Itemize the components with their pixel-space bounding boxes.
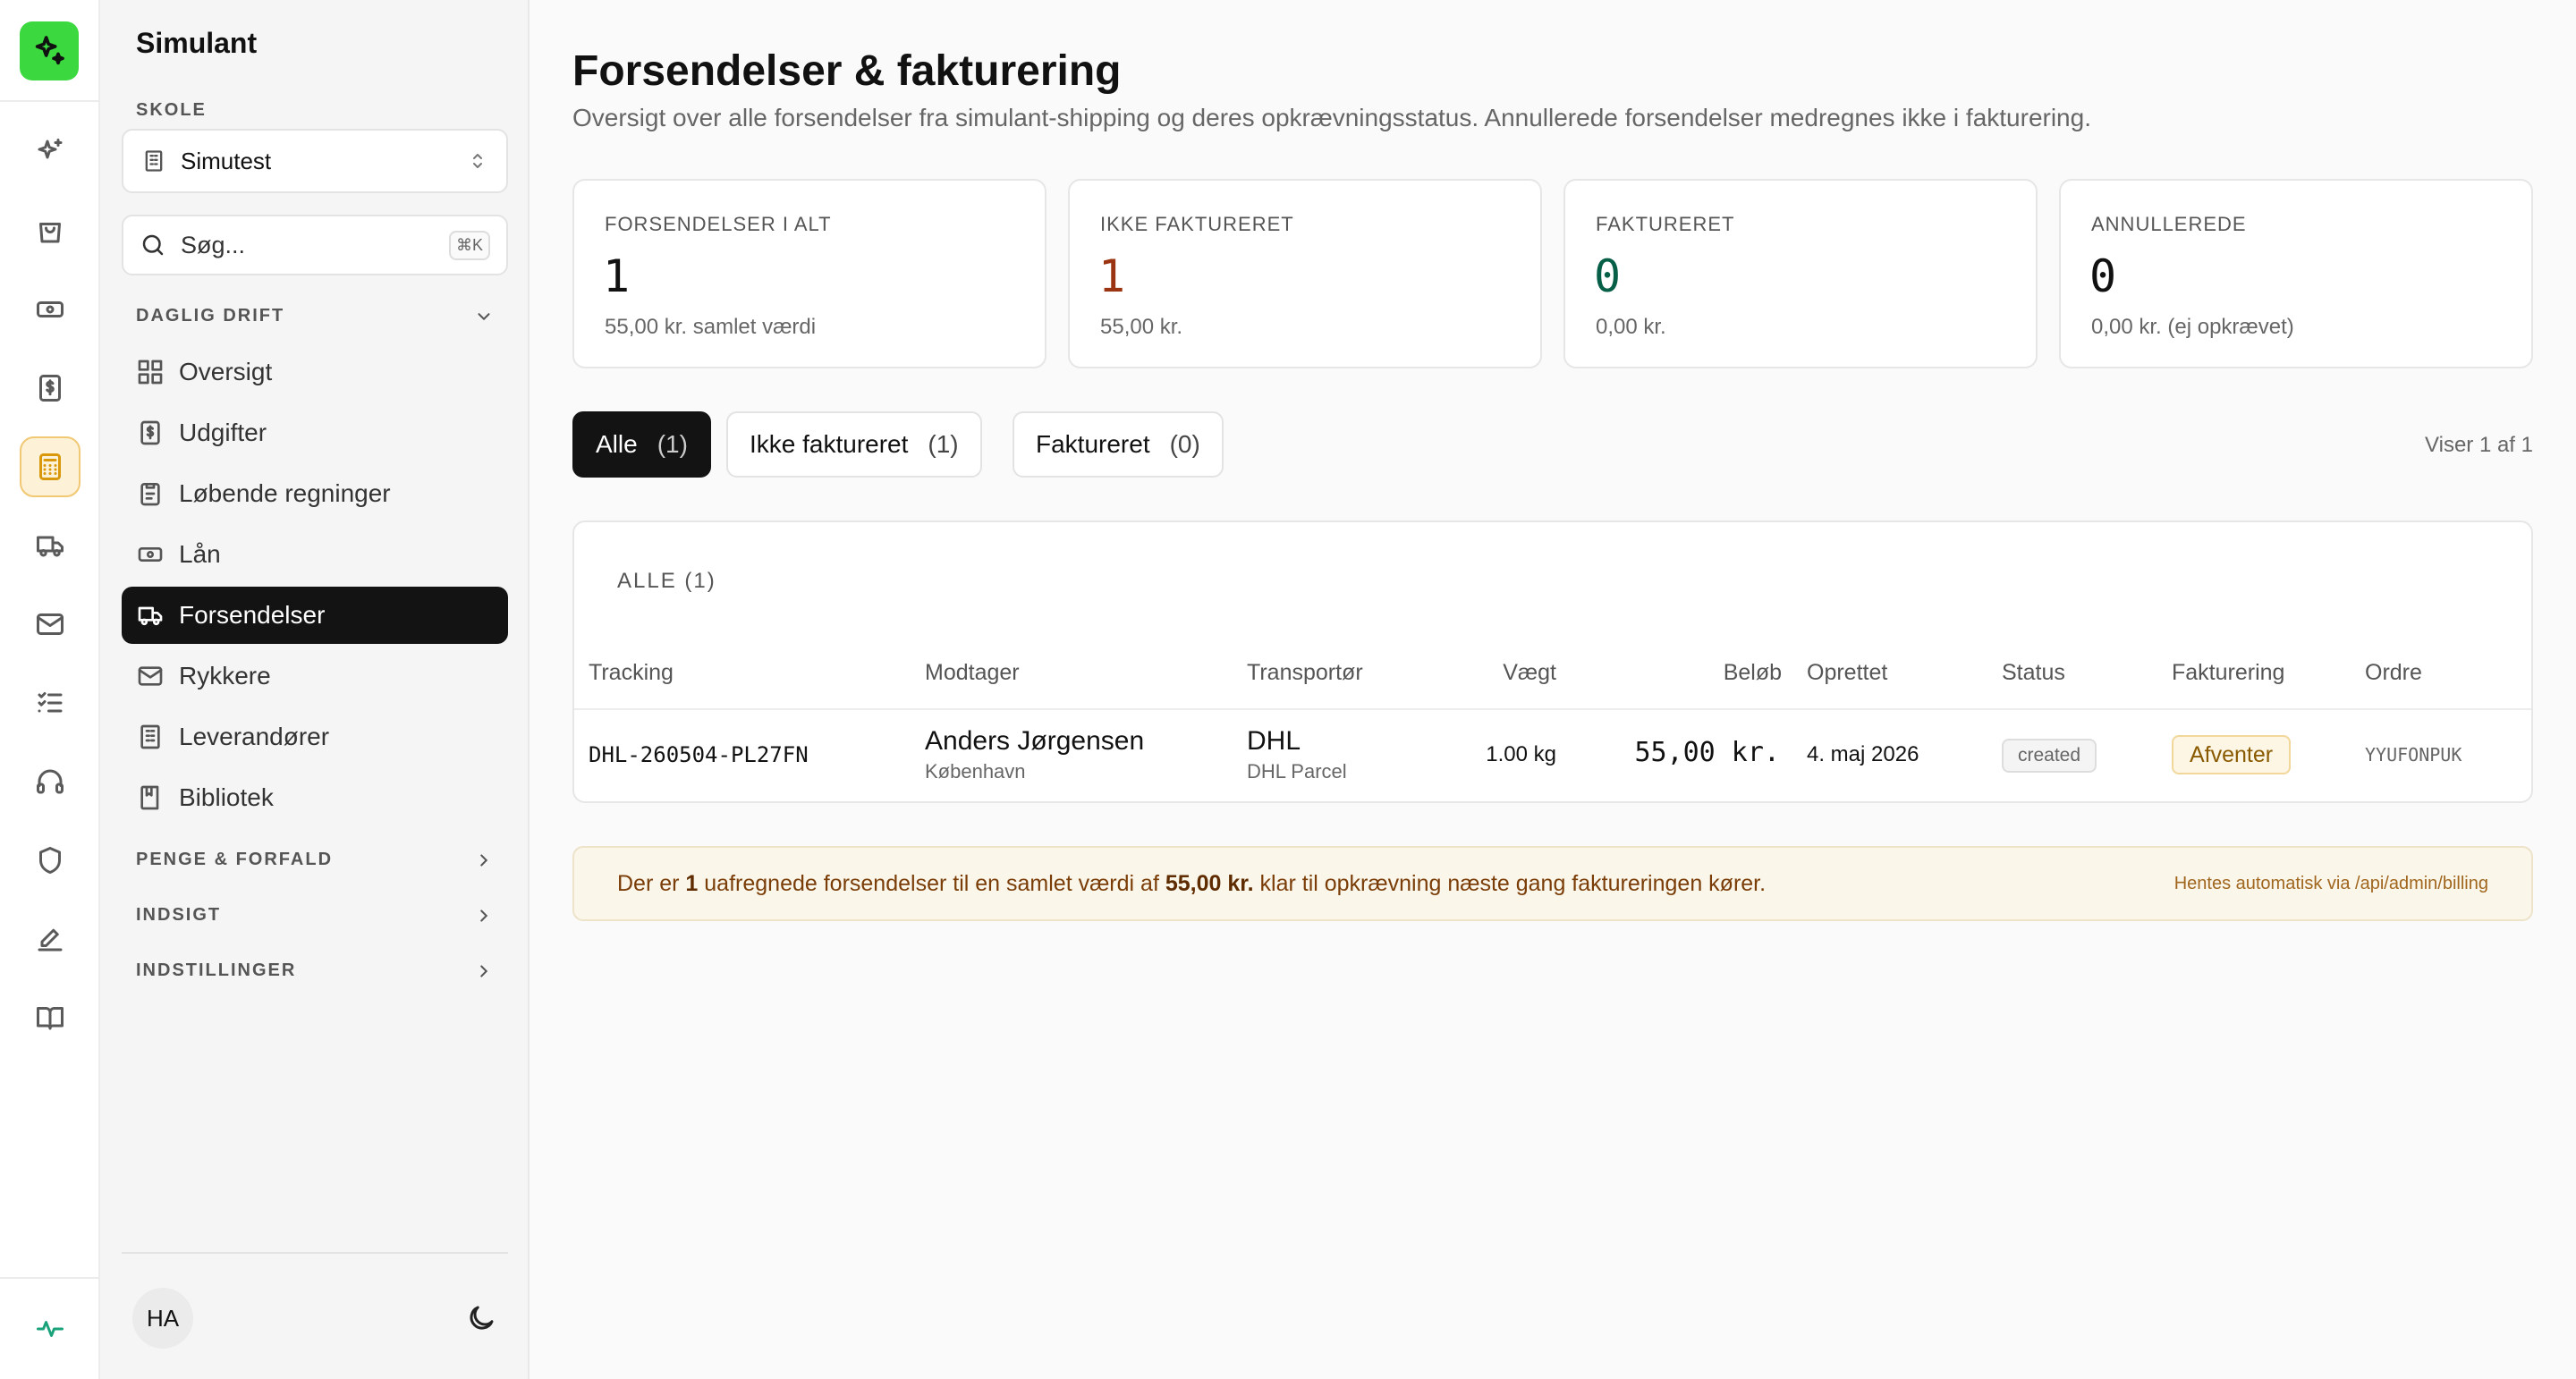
icon-rail — [0, 0, 100, 1379]
billing-notice: Der er 1 uafregnede forsendelser til en … — [572, 846, 2533, 921]
stat-value: 1 — [603, 250, 631, 302]
chevron-right-icon — [480, 964, 488, 977]
carrier-service: DHL Parcel — [1247, 760, 1347, 783]
search-input[interactable]: Søg... ⌘K — [122, 215, 508, 275]
headphones-icon[interactable] — [20, 751, 80, 812]
pen-icon[interactable] — [20, 909, 80, 969]
result-count: Viser 1 af 1 — [2425, 433, 2533, 457]
clipboard-icon — [140, 483, 160, 506]
tab-alle[interactable]: Alle (1) — [572, 411, 711, 478]
chevron-right-icon — [480, 853, 488, 867]
activity-icon[interactable] — [20, 1299, 80, 1359]
group-indsigt[interactable]: INDSIGT — [136, 905, 494, 926]
truck-icon — [138, 606, 163, 626]
column-header[interactable]: Oprettet — [1807, 660, 1887, 686]
shield-icon[interactable] — [20, 830, 80, 891]
sidebar-item-lobende-regninger[interactable]: Løbende regninger — [122, 465, 508, 522]
column-header[interactable]: Vægt — [1503, 660, 1556, 686]
list-checks-icon[interactable] — [20, 673, 80, 733]
carrier-name: DHL — [1247, 726, 1301, 756]
stat-value: 0 — [1594, 250, 1622, 302]
sidebar-item-rykkere[interactable]: Rykkere — [122, 647, 508, 705]
tracking-number[interactable]: DHL-260504-PL27FN — [589, 742, 809, 767]
sparkles-icon[interactable] — [20, 122, 80, 182]
app-logo-icon[interactable] — [20, 21, 79, 80]
column-header[interactable]: Status — [2002, 660, 2065, 686]
recipient-name: Anders Jørgensen — [925, 726, 1145, 756]
column-header[interactable]: Transportør — [1247, 660, 1363, 686]
created-date: 4. maj 2026 — [1807, 742, 1919, 766]
grid-icon — [138, 360, 163, 385]
sidebar: Simulant SKOLE Simutest Søg... ⌘K DAGLIG… — [100, 0, 530, 1379]
sidebar-item-forsendelser[interactable]: Forsendelser — [122, 587, 508, 644]
sidebar-item-udgifter[interactable]: Udgifter — [122, 404, 508, 461]
tab-faktureret[interactable]: Faktureret (0) — [1013, 411, 1224, 478]
sidebar-item-laan[interactable]: Lån — [122, 526, 508, 583]
sidebar-item-leverandorer[interactable]: Leverandører — [122, 708, 508, 766]
banknote-icon[interactable] — [20, 279, 80, 340]
column-header[interactable]: Tracking — [589, 660, 674, 686]
moon-icon[interactable] — [465, 1302, 497, 1334]
page-subtitle: Oversigt over alle forsendelser fra simu… — [572, 104, 2091, 131]
dollar-doc-icon — [140, 420, 160, 445]
chevron-down-icon — [478, 312, 490, 320]
banknote-icon — [138, 547, 163, 562]
search-shortcut: ⌘K — [448, 230, 490, 260]
school-select[interactable]: Simutest — [122, 129, 508, 193]
mail-icon[interactable] — [20, 594, 80, 655]
shipments-table: ALLE (1) Tracking Modtager Transportør V… — [572, 520, 2533, 803]
notice-source: Hentes automatisk via /api/admin/billing — [2174, 873, 2488, 893]
calculator-icon[interactable] — [20, 436, 80, 497]
group-indstillinger[interactable]: INDSTILLINGER — [136, 960, 494, 981]
stat-card-total: FORSENDELSER I ALT 1 55,00 kr. samlet væ… — [572, 179, 1046, 368]
weight: 1.00 kg — [1486, 742, 1556, 766]
truck-icon[interactable] — [20, 515, 80, 576]
amount: 55,00 kr. — [1634, 737, 1780, 768]
school-value: Simutest — [181, 147, 272, 174]
chevron-right-icon — [480, 909, 488, 922]
stat-card-unbilled: IKKE FAKTURERET 1 55,00 kr. — [1068, 179, 1542, 368]
recipient-city: København — [925, 760, 1026, 783]
book-icon — [140, 785, 159, 810]
shopping-bag-icon[interactable] — [20, 200, 80, 261]
stat-value: 0 — [2089, 250, 2117, 302]
column-header[interactable]: Modtager — [925, 660, 1020, 686]
column-header[interactable]: Ordre — [2365, 660, 2422, 686]
avatar[interactable]: HA — [132, 1288, 193, 1349]
sidebar-divider — [122, 1252, 508, 1254]
stat-value: 1 — [1098, 250, 1126, 302]
notice-message: Der er 1 uafregnede forsendelser til en … — [617, 870, 1767, 896]
order-id[interactable]: YYUFONPUK — [2365, 744, 2462, 766]
stat-card-billed: FAKTURERET 0 0,00 kr. — [1563, 179, 2038, 368]
building-icon — [140, 724, 160, 749]
header-divider — [574, 708, 2531, 710]
search-placeholder: Søg... — [181, 231, 246, 258]
column-header[interactable]: Beløb — [1724, 660, 1782, 686]
school-label: SKOLE — [136, 100, 207, 120]
page-title: Forsendelser & fakturering — [572, 47, 1122, 95]
sidebar-item-bibliotek[interactable]: Bibliotek — [122, 769, 508, 826]
sidebar-item-oversigt[interactable]: Oversigt — [122, 343, 508, 401]
group-penge-forfald[interactable]: PENGE & FORFALD — [136, 850, 494, 870]
billing-badge: Afventer — [2172, 735, 2292, 774]
app-name: Simulant — [136, 27, 258, 59]
table-title: ALLE (1) — [617, 569, 716, 593]
mail-icon — [138, 666, 163, 686]
stat-card-cancelled: ANNULLEREDE 0 0,00 kr. (ej opkrævet) — [2059, 179, 2533, 368]
column-header[interactable]: Fakturering — [2172, 660, 2284, 686]
building-icon — [145, 150, 163, 172]
status-badge: created — [2002, 739, 2097, 773]
search-icon — [142, 234, 164, 256]
chevrons-up-down-icon — [473, 154, 482, 168]
group-daglig-drift[interactable]: DAGLIG DRIFT — [136, 306, 494, 326]
tab-ikke-faktureret[interactable]: Ikke faktureret (1) — [726, 411, 982, 478]
dollar-doc-icon[interactable] — [20, 358, 80, 419]
book-open-icon[interactable] — [20, 987, 80, 1048]
